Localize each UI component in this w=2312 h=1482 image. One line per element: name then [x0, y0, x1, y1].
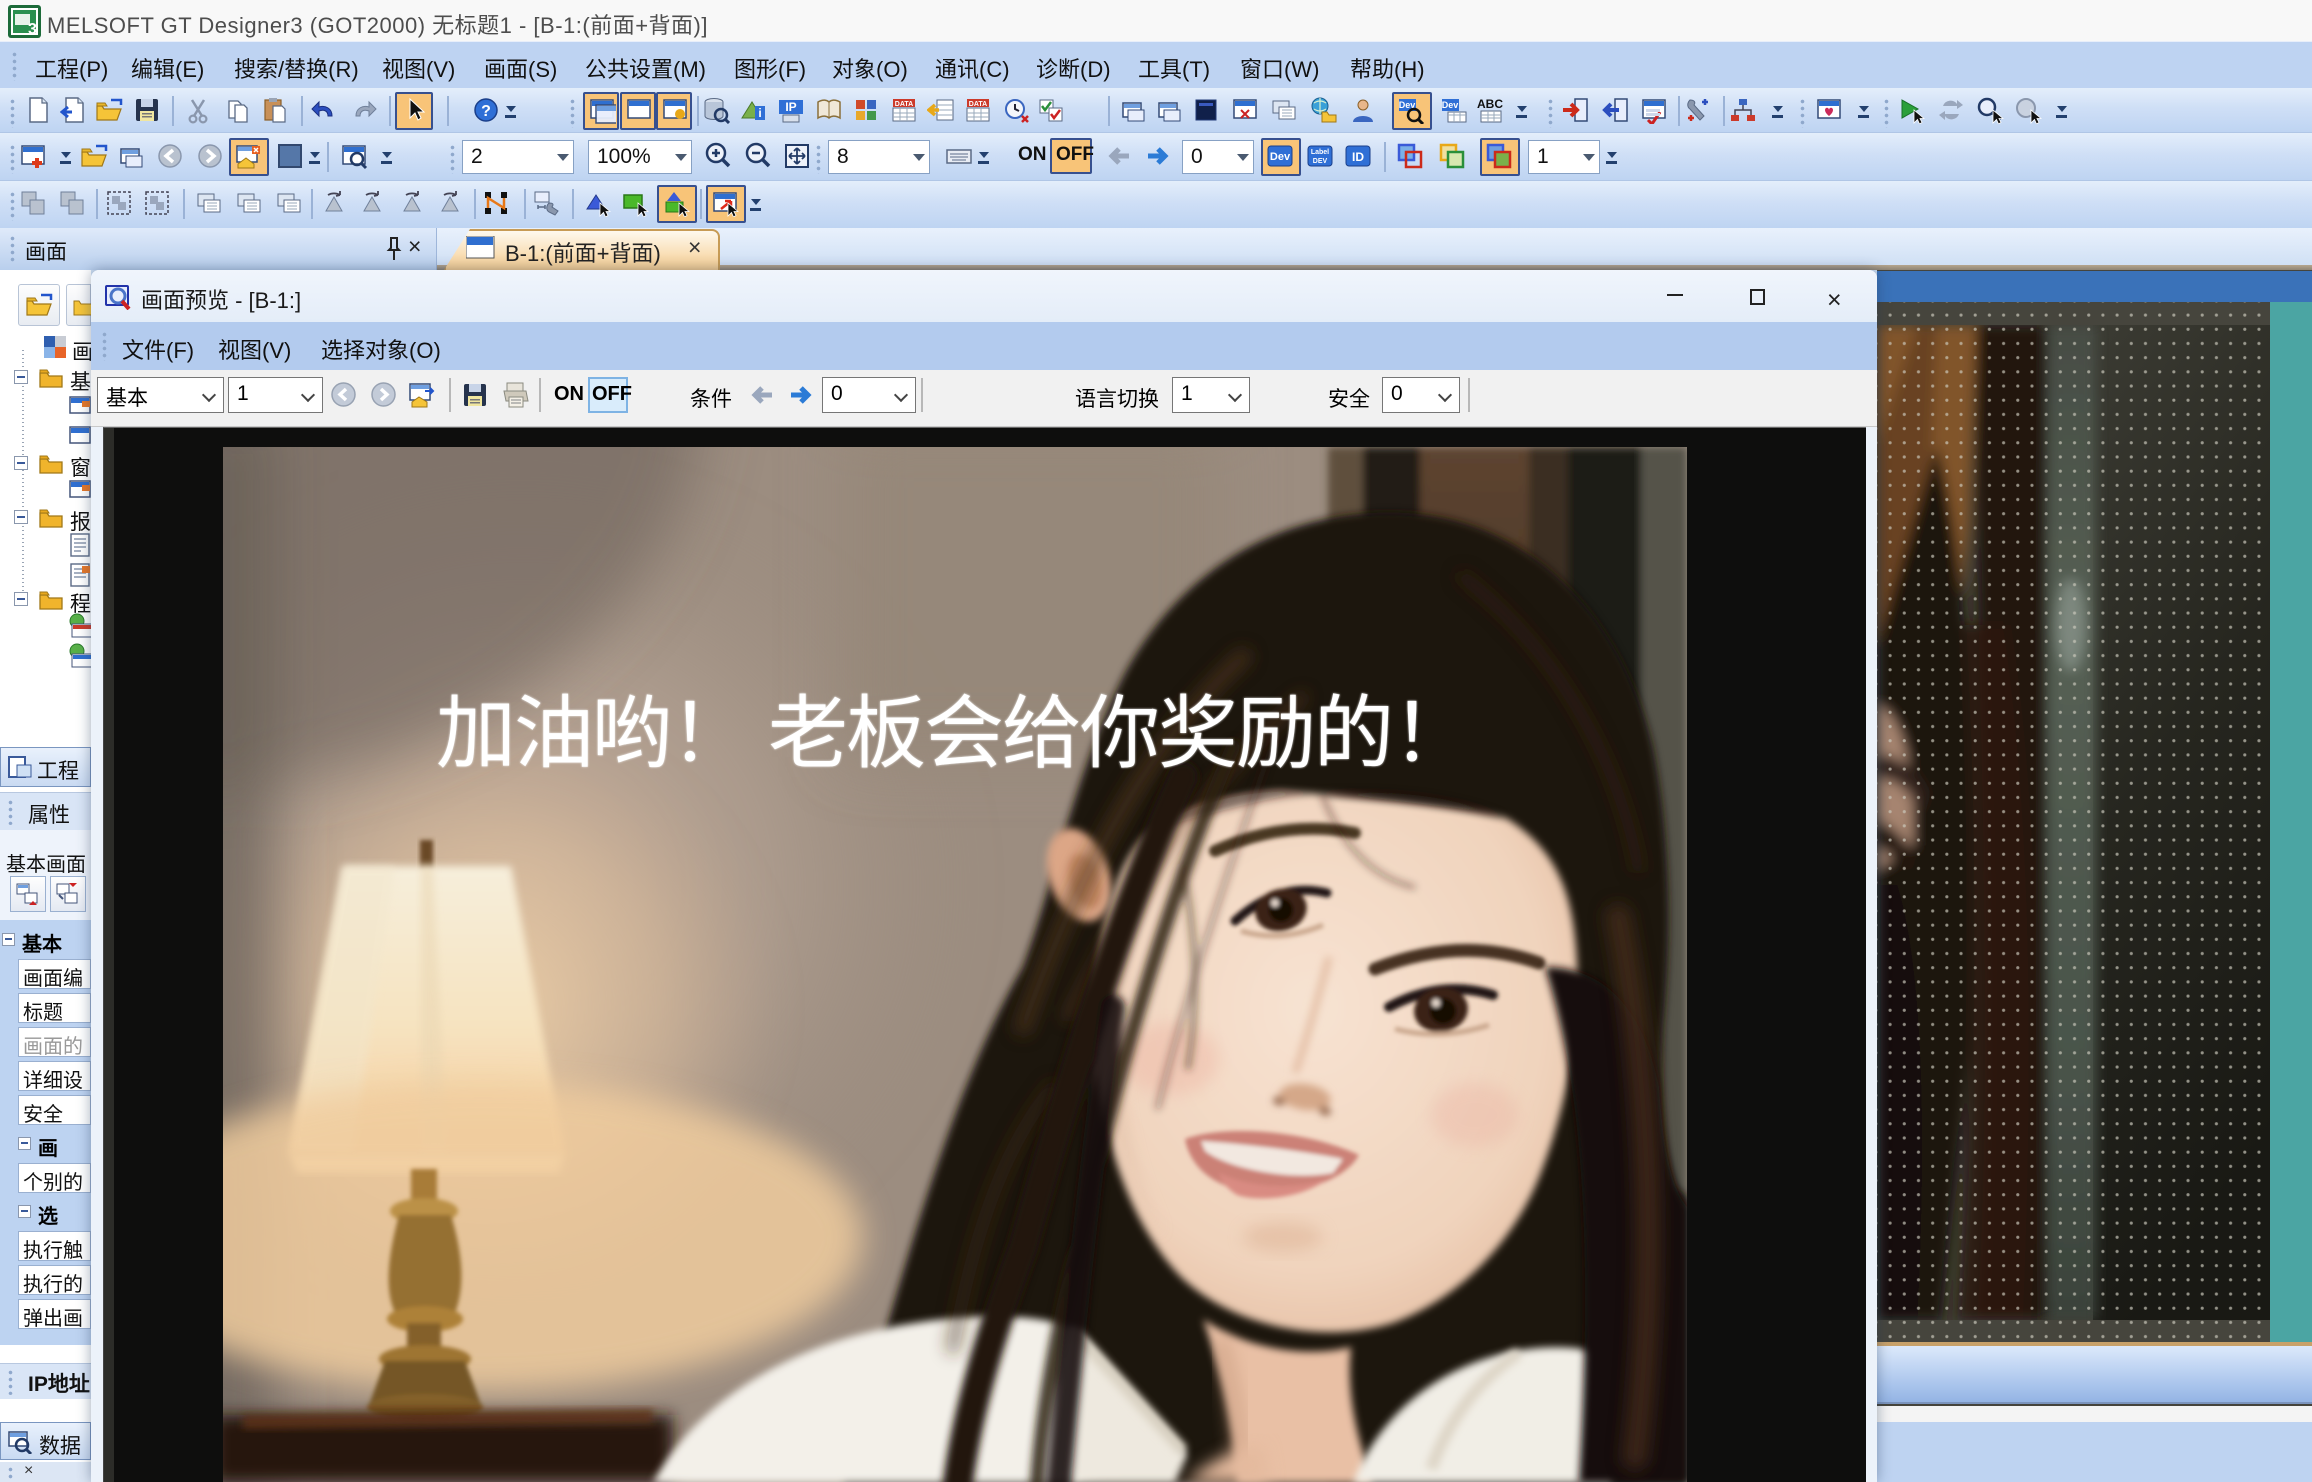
svg-text:ABC: ABC — [1477, 97, 1503, 111]
svg-text:i: i — [758, 106, 761, 120]
svg-text:ID: ID — [1352, 150, 1364, 164]
svg-text:DATA: DATA — [969, 101, 987, 108]
svg-text:3: 3 — [28, 21, 37, 38]
svg-text:IP: IP — [785, 100, 796, 114]
svg-text:Dev: Dev — [1442, 100, 1459, 110]
svg-text:DEV: DEV — [1313, 158, 1328, 165]
svg-text:?: ? — [481, 103, 491, 120]
svg-text:Label: Label — [1311, 149, 1329, 156]
svg-text:Dev: Dev — [1270, 151, 1291, 163]
svg-text:DATA: DATA — [895, 101, 913, 108]
